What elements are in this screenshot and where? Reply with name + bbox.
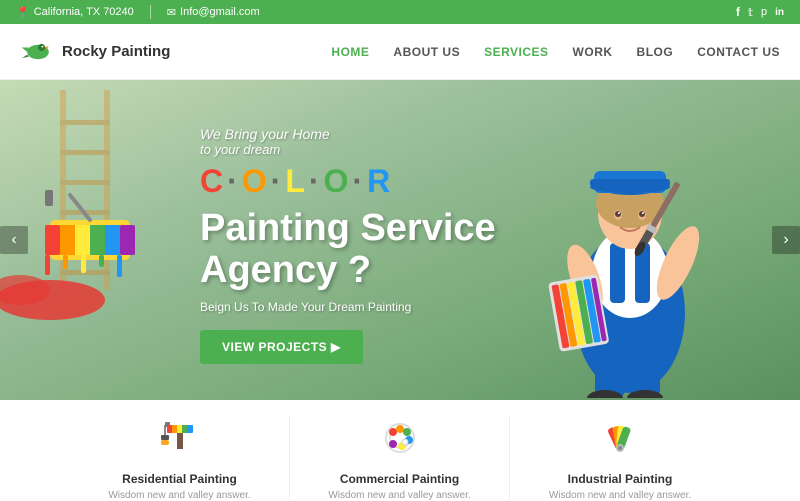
nav-services[interactable]: SERVICES — [484, 45, 548, 59]
hero-section: We Bring your Home to your dream C·O·L·O… — [0, 80, 800, 400]
top-bar: 📍 California, TX 70240 ✉ Info@gmail.com … — [0, 0, 800, 24]
residential-title: Residential Painting — [100, 472, 259, 486]
color-text-area: We Bring your Home to your dream C·O·L·O… — [200, 126, 496, 200]
residential-icon — [100, 420, 259, 466]
nav-about[interactable]: ABOUT US — [393, 45, 460, 59]
location-text: California, TX 70240 — [34, 6, 134, 18]
nav-links: HOME ABOUT US SERVICES WORK BLOG CONTACT… — [331, 45, 780, 59]
nav-contact[interactable]: CONTACT US — [697, 45, 780, 59]
logo-text: Rocky Painting — [62, 43, 170, 60]
hero-title: Painting Service Agency ? — [200, 208, 496, 292]
nav-blog[interactable]: BLOG — [637, 45, 674, 59]
pinterest-icon[interactable]: p — [761, 6, 767, 18]
painter-svg — [510, 83, 750, 398]
residential-desc: Wisdom new and valley answer. — [100, 490, 259, 501]
we-bring-text: We Bring your Home — [200, 126, 496, 142]
twitter-icon[interactable]: 𝕥 — [748, 6, 753, 19]
service-card-industrial: Industrial Painting Wisdom new and valle… — [510, 416, 730, 500]
commercial-icon — [320, 420, 479, 466]
hero-content: We Bring your Home to your dream C·O·L·O… — [0, 116, 496, 364]
logo: Rocky Painting — [20, 38, 170, 66]
industrial-title: Industrial Painting — [540, 472, 700, 486]
location-info: 📍 California, TX 70240 — [16, 6, 134, 19]
email-text: Info@gmail.com — [180, 6, 260, 18]
hero-subtitle: Beign Us To Made Your Dream Painting — [200, 300, 496, 314]
to-dream-text: to your dream — [200, 142, 496, 157]
social-icons: f 𝕥 p in — [736, 5, 784, 19]
industrial-desc: Wisdom new and valley answer. — [540, 490, 700, 501]
commercial-desc: Wisdom new and valley answer. — [320, 490, 479, 501]
view-projects-button[interactable]: VIEW PROJECTS ▶ — [200, 330, 363, 364]
divider — [150, 5, 151, 19]
nav-work[interactable]: WORK — [573, 45, 613, 59]
services-section: Residential Painting Wisdom new and vall… — [0, 400, 800, 500]
color-letters: C·O·L·O·R — [200, 163, 496, 200]
facebook-icon[interactable]: f — [736, 5, 740, 19]
carousel-next-button[interactable]: › — [772, 226, 800, 254]
carousel-prev-button[interactable]: ‹ — [0, 226, 28, 254]
service-card-commercial: Commercial Painting Wisdom new and valle… — [290, 416, 510, 500]
email-info: ✉ Info@gmail.com — [167, 6, 260, 19]
commercial-title: Commercial Painting — [320, 472, 479, 486]
nav-home[interactable]: HOME — [331, 45, 369, 59]
industrial-icon — [540, 420, 700, 466]
service-card-residential: Residential Painting Wisdom new and vall… — [70, 416, 290, 500]
email-icon: ✉ — [167, 6, 176, 19]
painter-figure — [500, 80, 760, 400]
logo-icon — [20, 38, 56, 66]
linkedin-icon[interactable]: in — [775, 7, 784, 18]
location-icon: 📍 — [16, 6, 30, 19]
navbar: Rocky Painting HOME ABOUT US SERVICES WO… — [0, 24, 800, 80]
